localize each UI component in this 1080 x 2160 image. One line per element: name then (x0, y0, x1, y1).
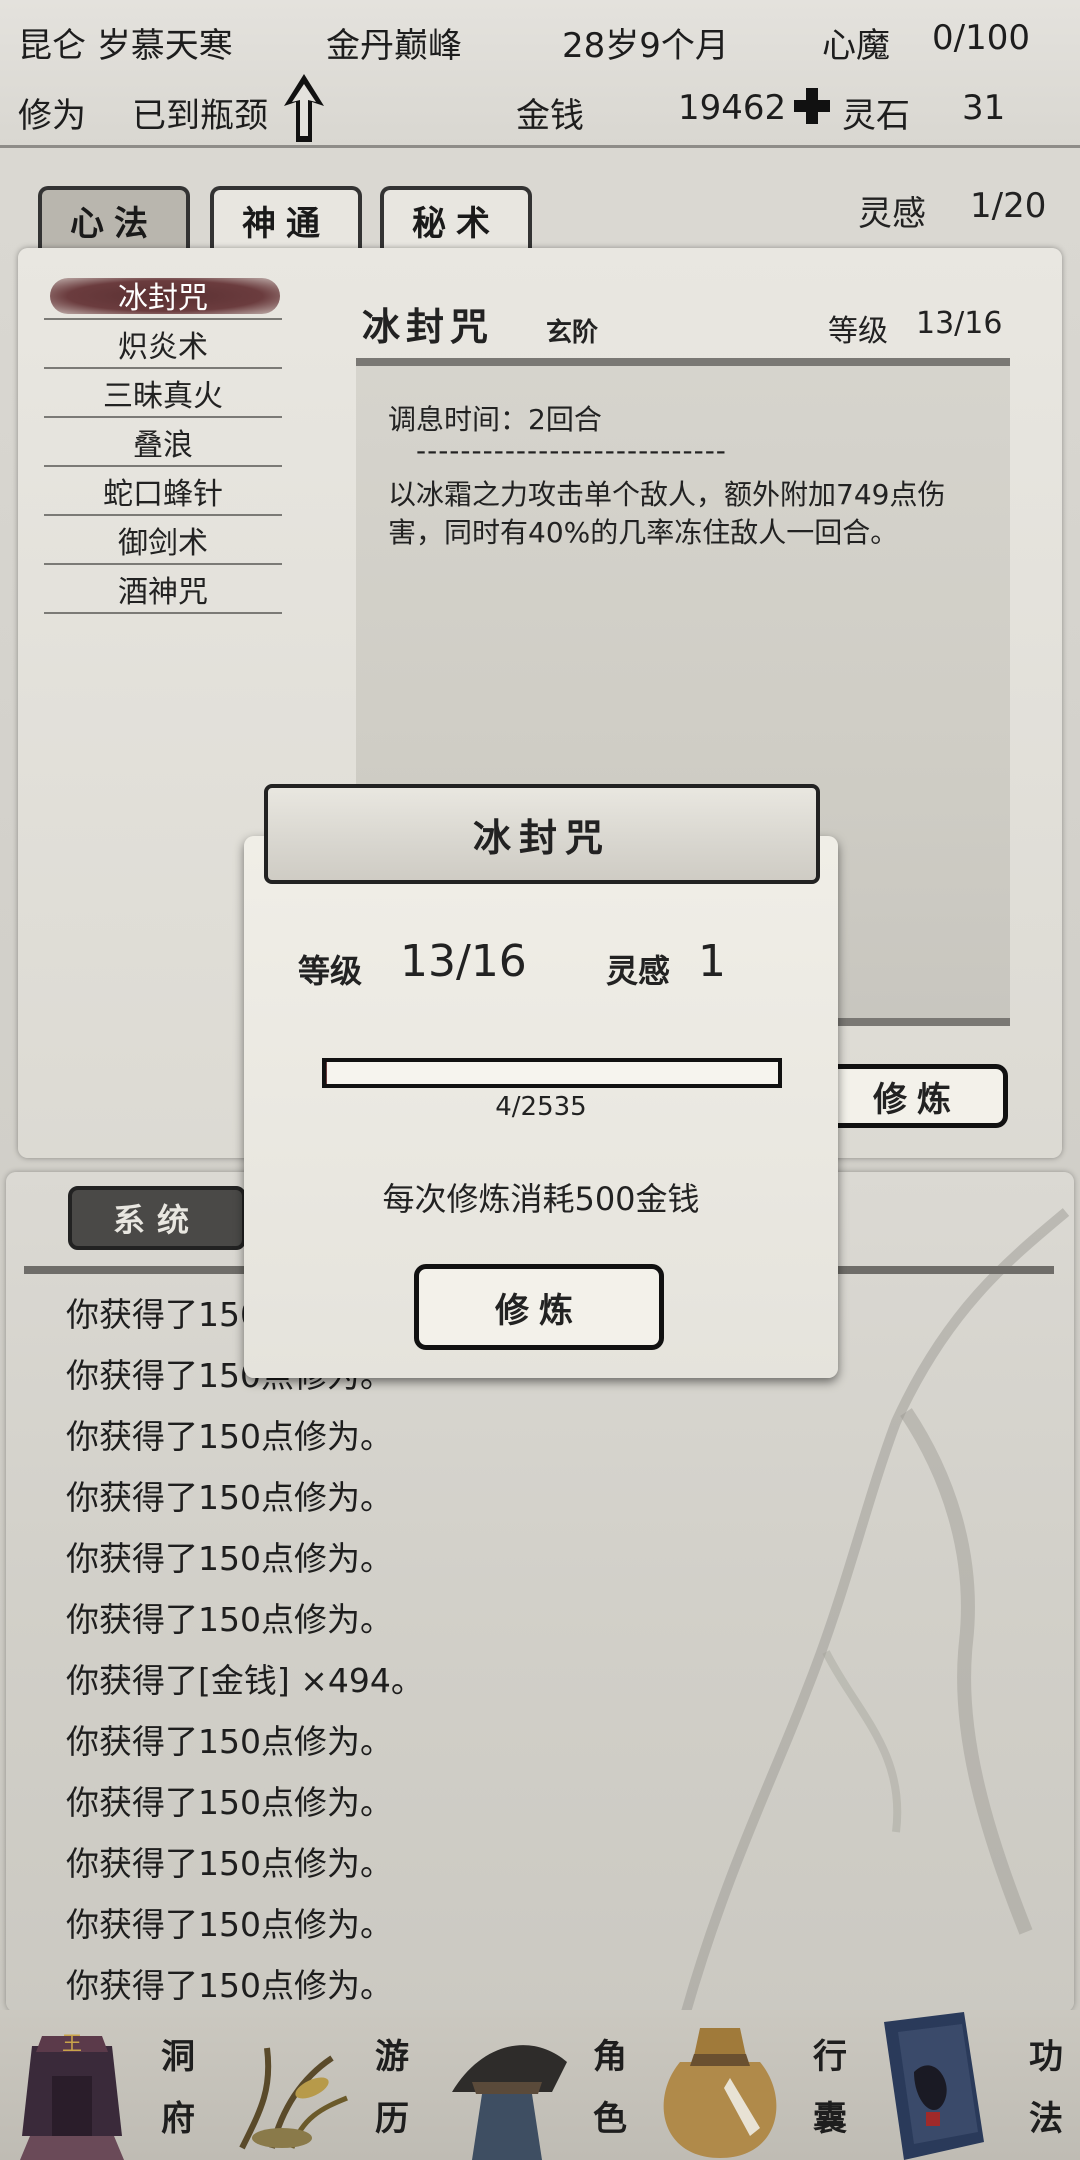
skill-label: 叠浪 (133, 428, 193, 463)
skill-description: 以冰霜之力攻击单个敌人，额外附加749点伤害，同时有40%的几率冻住敌人一回合。 (388, 478, 946, 549)
bag-icon[interactable] (650, 2018, 790, 2160)
cultivation-value: 已到瓶颈 (132, 96, 268, 136)
nav-label-bottom[interactable]: 历 (370, 2090, 414, 2148)
log-line: 你获得了150点修为。 (66, 1783, 393, 1822)
skill-item-stacked-waves[interactable]: 叠浪 (44, 419, 282, 467)
log-line: 你获得了150点修为。 (66, 1905, 393, 1944)
practice-button-background[interactable]: 修炼 (826, 1064, 1008, 1128)
skill-item-ice-seal[interactable]: 冰封咒 (44, 272, 282, 320)
practice-modal: 等级 13/16 灵感 1 4/2535 每次修炼消耗500金钱 修炼 (244, 836, 838, 1378)
svg-text:王: 王 (62, 2031, 82, 2055)
nav-label-bottom[interactable]: 色 (588, 2090, 632, 2148)
tab-system-log[interactable]: 系统 (68, 1186, 246, 1250)
skill-level-value: 13/16 (916, 306, 1003, 341)
skill-label: 酒神咒 (118, 575, 208, 610)
add-money-icon[interactable] (792, 86, 832, 126)
skill-item-wine-god-curse[interactable]: 酒神咒 (44, 566, 282, 614)
modal-inspiration-value: 1 (698, 936, 726, 987)
modal-title: 冰封咒 (472, 814, 611, 860)
modal-inspiration-label: 灵感 (606, 952, 671, 990)
status-bar: 昆仑 岁慕天寒 金丹巅峰 28岁9个月 心魔 0/100 修为 已到瓶颈 金钱 … (0, 0, 1080, 148)
skill-label: 冰封咒 (118, 281, 208, 316)
skill-item-sword-control[interactable]: 御剑术 (44, 517, 282, 565)
log-line: 你获得了150点修为。 (66, 1722, 393, 1761)
skill-title: 冰封咒 (362, 304, 495, 349)
practice-progress-text: 4/2535 (495, 1092, 587, 1122)
location-text: 昆仑 岁慕天寒 (18, 26, 233, 66)
skill-item-blaze[interactable]: 炽炎术 (44, 321, 282, 369)
spirit-stone-value: 31 (962, 88, 1006, 128)
money-value: 19462 (678, 88, 787, 128)
practice-progress-fill (326, 1062, 327, 1084)
log-line: 你获得了[金钱] ×494。 (66, 1661, 424, 1700)
practice-cost-text: 每次修炼消耗500金钱 (382, 1180, 700, 1218)
age-text: 28岁9个月 (562, 26, 729, 66)
demon-value: 0/100 (932, 18, 1030, 58)
breakthrough-arrow-icon[interactable] (280, 72, 328, 144)
inspiration-label: 灵感 (858, 194, 926, 234)
log-line: 你获得了150点修为。 (66, 1844, 393, 1883)
realm-text: 金丹巅峰 (326, 26, 462, 66)
skill-tier: 玄阶 (546, 318, 599, 348)
modal-level-value: 13/16 (400, 936, 527, 987)
cave-icon[interactable]: 王 (12, 2016, 132, 2160)
nav-label-top[interactable]: 角 (588, 2028, 632, 2086)
log-line: 你获得了150点修为。 (66, 1600, 393, 1639)
log-line: 你获得了150点修为。 (66, 1478, 393, 1517)
log-line: 你获得了150点修为。 (66, 1539, 393, 1578)
modal-level-label: 等级 (298, 952, 363, 990)
nav-label-top[interactable]: 洞 (156, 2028, 200, 2086)
skill-label: 蛇口蜂针 (103, 477, 223, 512)
skill-item-samadhi-fire[interactable]: 三昧真火 (44, 370, 282, 418)
tab-divine-ability[interactable]: 神通 (210, 186, 362, 250)
demon-label: 心魔 (822, 26, 890, 66)
skill-label: 三昧真火 (103, 379, 223, 414)
log-line: 你获得了150点修为。 (66, 1417, 393, 1456)
cultivation-label: 修为 (18, 96, 86, 136)
money-label: 金钱 (516, 96, 584, 136)
technique-icon[interactable] (874, 2012, 1014, 2160)
modal-title-banner: 冰封咒 (264, 784, 820, 884)
skill-label: 炽炎术 (118, 330, 208, 365)
nav-label-bottom[interactable]: 法 (1024, 2090, 1068, 2148)
cooldown-text: 调息时间：2回合 (388, 403, 602, 436)
nav-label-top[interactable]: 行 (808, 2028, 852, 2086)
nav-label-top[interactable]: 游 (370, 2028, 414, 2086)
skill-level-label: 等级 (828, 314, 888, 349)
tab-heart-method[interactable]: 心法 (38, 186, 190, 250)
character-icon[interactable] (442, 2022, 572, 2160)
nav-label-bottom[interactable]: 府 (156, 2090, 200, 2148)
inspiration-value: 1/20 (970, 186, 1047, 226)
log-line: 你获得了150点修为。 (66, 1966, 393, 2005)
divider-text: ---------------------------- (416, 434, 727, 467)
spirit-stone-label: 灵石 (842, 96, 910, 136)
nav-label-top[interactable]: 功 (1024, 2028, 1068, 2086)
modal-practice-button[interactable]: 修炼 (414, 1264, 664, 1350)
travel-icon[interactable] (222, 2028, 352, 2158)
tab-secret-art[interactable]: 秘术 (380, 186, 532, 250)
practice-progress-bar (322, 1058, 782, 1088)
bottom-navigation: 王 洞 府 游 历 角 色 行 囊 功 法 (0, 2010, 1080, 2160)
skill-item-snake-bee-needle[interactable]: 蛇口蜂针 (44, 468, 282, 516)
skill-label: 御剑术 (118, 526, 208, 561)
nav-label-bottom[interactable]: 囊 (808, 2090, 852, 2148)
